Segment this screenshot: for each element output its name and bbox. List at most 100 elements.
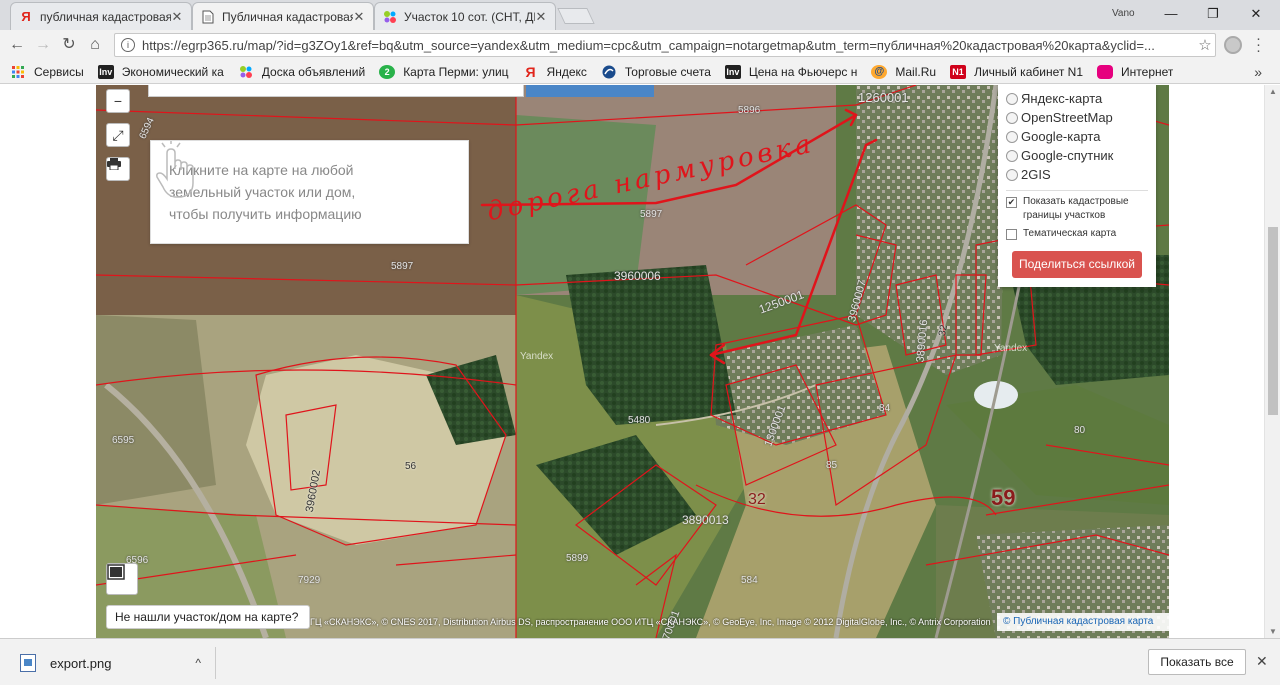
page-scrollbar[interactable]: ▲ ▼ bbox=[1264, 85, 1280, 638]
address-bar[interactable]: i https://egrp365.ru/map/?id=g3ZOy1&ref=… bbox=[114, 33, 1216, 57]
investing-icon: Inv bbox=[724, 64, 741, 79]
yandex-icon: Я bbox=[21, 9, 31, 24]
close-window-button[interactable]: ✕ bbox=[1241, 4, 1271, 24]
bookmark-item[interactable]: Доска объявлений bbox=[238, 65, 365, 79]
fullscreen-icon[interactable]: ⤢ bbox=[106, 123, 130, 147]
home-button[interactable]: ⌂ bbox=[84, 35, 106, 55]
yandex-watermark: Yandex bbox=[520, 351, 554, 362]
cadastral-map[interactable]: дорога нармуровка 1260001 5896 6594 5897… bbox=[96, 85, 1169, 638]
scrollbar-thumb[interactable] bbox=[1268, 227, 1278, 415]
back-button[interactable]: ← bbox=[6, 35, 28, 55]
2gis-icon: 2 bbox=[379, 64, 396, 79]
checkmark-icon[interactable]: ✔ bbox=[1006, 197, 1017, 208]
reload-button[interactable]: ↻ bbox=[58, 35, 80, 55]
plot-label: 6595 bbox=[112, 435, 135, 446]
restore-button[interactable]: ❐ bbox=[1198, 4, 1228, 24]
not-found-button[interactable]: Не нашли участок/дом на карте? bbox=[106, 605, 310, 629]
avito-icon bbox=[383, 10, 397, 24]
tab-close-icon[interactable]: ✕ bbox=[353, 9, 365, 25]
zoom-out-button[interactable]: − bbox=[106, 89, 130, 113]
plot-label: 5897 bbox=[391, 261, 414, 272]
bookmark-item[interactable]: Сервисы bbox=[10, 65, 84, 79]
page-content: дорога нармуровка 1260001 5896 6594 5897… bbox=[0, 85, 1280, 638]
plot-label: 80 bbox=[1074, 425, 1086, 436]
apps-grid-icon bbox=[10, 65, 26, 79]
mailru-icon: @ bbox=[871, 64, 888, 79]
pkk-link[interactable]: © Публичная кадастровая карта bbox=[997, 613, 1169, 631]
thematic-map-checkbox[interactable]: Тематическая карта bbox=[1006, 227, 1148, 241]
hint-text: Кликните на карте на любой земельный уча… bbox=[169, 162, 362, 222]
layers-toggle-button[interactable] bbox=[106, 563, 138, 595]
layer-option-google-satellite[interactable]: Google-спутник bbox=[1006, 146, 1148, 165]
tab-yandex-search[interactable]: Я публичная кадастровая ✕ bbox=[10, 2, 192, 30]
browser-menu-icon[interactable]: · · · bbox=[1256, 31, 1266, 58]
image-file-icon bbox=[20, 654, 36, 672]
download-item[interactable]: export.png ^ bbox=[14, 647, 216, 679]
url-text[interactable]: https://egrp365.ru/map/?id=g3ZOy1&ref=bq… bbox=[142, 38, 1195, 53]
plot-label: 7929 bbox=[298, 575, 321, 586]
layer-option-osm[interactable]: OpenStreetMap bbox=[1006, 108, 1148, 127]
tab-title: Участок 10 сот. (СНТ, ДН bbox=[404, 9, 535, 24]
tab-close-icon[interactable]: ✕ bbox=[171, 9, 183, 25]
bookmarks-more-button[interactable]: » bbox=[1254, 64, 1262, 80]
plot-label: 5480 bbox=[628, 415, 651, 426]
new-tab-button[interactable] bbox=[557, 8, 595, 24]
chevron-up-icon[interactable]: ^ bbox=[195, 656, 201, 670]
minimize-button[interactable]: — bbox=[1156, 4, 1186, 24]
plot-label: 3960006 bbox=[614, 269, 661, 283]
bookmark-item[interactable]: @ Mail.Ru bbox=[871, 64, 936, 79]
cadastral-search-input[interactable] bbox=[148, 85, 524, 97]
info-icon[interactable]: i bbox=[121, 38, 135, 52]
layer-option-google[interactable]: Google-карта bbox=[1006, 127, 1148, 146]
plot-label: 5897 bbox=[640, 209, 663, 220]
download-filename[interactable]: export.png bbox=[50, 656, 195, 671]
tab-title: Публичная кадастровая bbox=[222, 9, 353, 24]
tab-title: публичная кадастровая bbox=[40, 9, 171, 24]
broker-icon bbox=[601, 65, 617, 79]
plot-label: 1260001 bbox=[858, 90, 909, 105]
bookmark-item[interactable]: Inv Экономический ка bbox=[97, 64, 224, 79]
layer-switcher-panel: Яндекс-карта OpenStreetMap Google-карта … bbox=[998, 85, 1156, 287]
tab-public-cadastral-map[interactable]: Публичная кадастровая ✕ bbox=[192, 2, 374, 30]
plot-label: 84 bbox=[879, 403, 891, 414]
forward-button[interactable]: → bbox=[32, 35, 54, 55]
browser-toolbar: ← → ↻ ⌂ i https://egrp365.ru/map/?id=g3Z… bbox=[0, 30, 1280, 60]
bookmark-item[interactable]: Inv Цена на Фьючерс н bbox=[724, 64, 857, 79]
plot-label: 584 bbox=[741, 575, 758, 586]
bookmark-item[interactable]: 2 Карта Перми: улиц bbox=[379, 64, 509, 79]
bookmark-item[interactable]: Торговые счета bbox=[601, 65, 711, 79]
tab-close-icon[interactable]: ✕ bbox=[535, 9, 547, 25]
print-icon[interactable] bbox=[106, 157, 130, 181]
close-downloads-icon[interactable]: ✕ bbox=[1256, 653, 1268, 670]
layer-option-2gis[interactable]: 2GIS bbox=[1006, 165, 1148, 184]
plot-label: 5896 bbox=[738, 105, 761, 116]
show-all-downloads-button[interactable]: Показать все bbox=[1148, 649, 1246, 675]
tab-avito-listing[interactable]: Участок 10 сот. (СНТ, ДН ✕ bbox=[374, 2, 556, 30]
divider bbox=[1006, 190, 1148, 191]
bookmarks-bar: Сервисы Inv Экономический ка Доска объяв… bbox=[0, 60, 1280, 84]
yandex-watermark: Yandex bbox=[994, 343, 1028, 354]
document-icon bbox=[201, 10, 215, 24]
n1-icon: N1 bbox=[950, 64, 967, 79]
show-cadastral-checkbox[interactable]: ✔ Показать кадастровые границы участков bbox=[1006, 195, 1148, 223]
bookmark-star-icon[interactable]: ☆ bbox=[1195, 36, 1215, 54]
extension-icon[interactable] bbox=[1224, 36, 1242, 54]
bookmark-item[interactable]: N1 Личный кабинет N1 bbox=[950, 64, 1083, 79]
bookmark-item[interactable]: Интернет bbox=[1097, 64, 1173, 79]
yandex-icon: Я bbox=[525, 63, 536, 80]
tap-hand-icon bbox=[156, 141, 194, 198]
download-shelf: export.png ^ Показать все ✕ bbox=[0, 638, 1280, 685]
scroll-up-icon[interactable]: ▲ bbox=[1269, 87, 1277, 96]
share-link-button[interactable]: Поделиться ссылкой bbox=[1012, 251, 1142, 278]
search-button[interactable] bbox=[526, 85, 654, 97]
hint-panel: Кликните на карте на любой земельный уча… bbox=[150, 140, 469, 244]
road-number: 32 bbox=[748, 491, 766, 508]
plot-label: 5899 bbox=[566, 553, 589, 564]
profile-name[interactable]: Vano bbox=[1112, 8, 1135, 19]
layer-option-yandex[interactable]: Яндекс-карта bbox=[1006, 89, 1148, 108]
region-number: 59 bbox=[991, 485, 1016, 510]
avito-icon bbox=[238, 65, 254, 79]
scroll-down-icon[interactable]: ▼ bbox=[1269, 627, 1277, 636]
bookmark-item[interactable]: Я Яндекс bbox=[523, 63, 587, 80]
road-number: 32 bbox=[937, 324, 950, 337]
